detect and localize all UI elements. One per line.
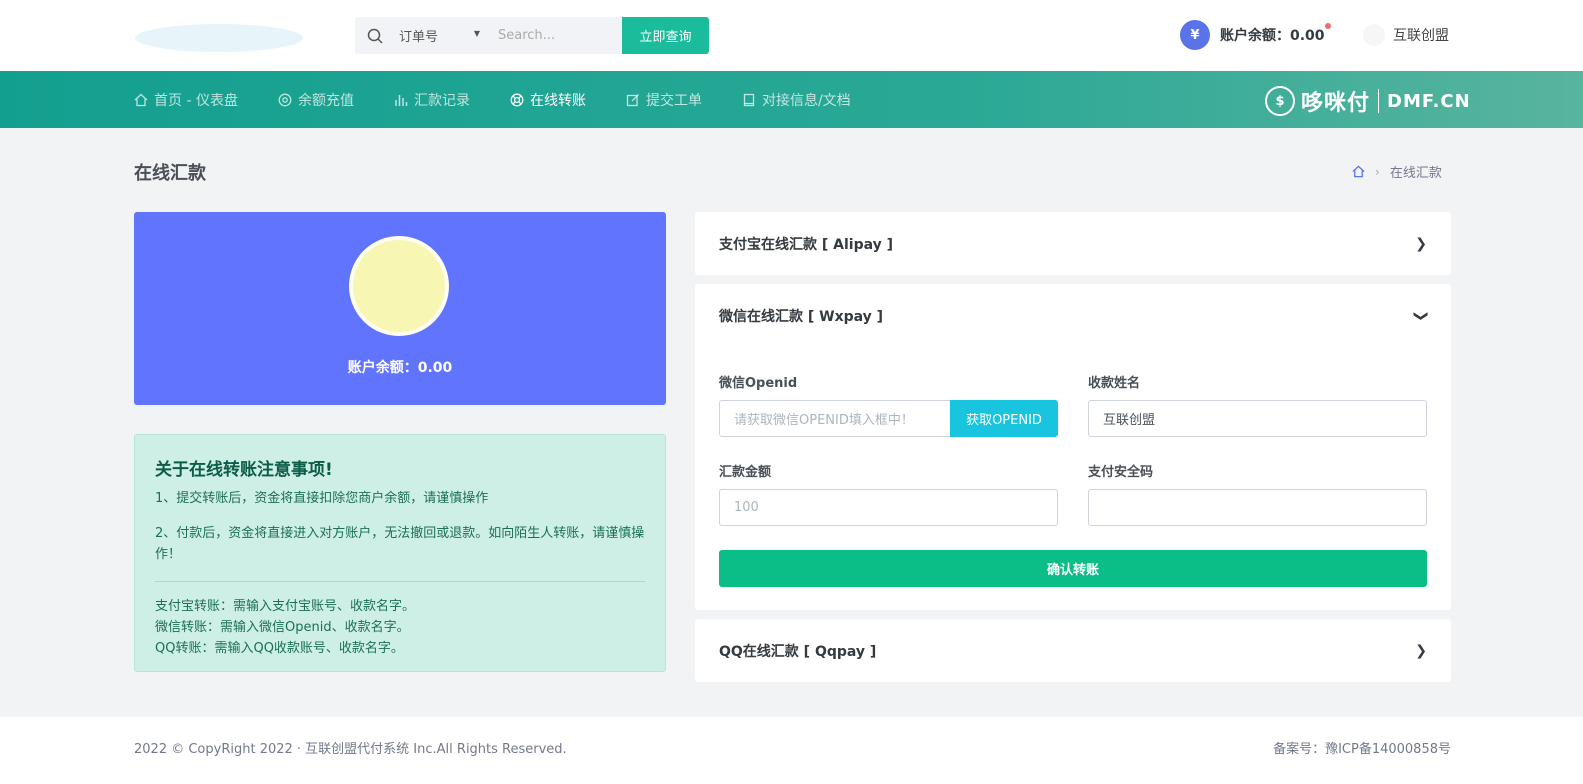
avatar: [1363, 24, 1385, 46]
top-bar: 订单号 ▼ Search... 立即查询 ¥ 账户余额：0.00 互联创盟: [0, 0, 1583, 71]
home-icon[interactable]: [1352, 165, 1365, 178]
edit-icon: [626, 93, 639, 106]
nav-label: 汇款记录: [413, 92, 470, 109]
nav-label: 对接信息/文档: [761, 92, 851, 109]
footer: 2022 © CopyRight 2022 · 互联创盟代付系统 Inc.All…: [0, 717, 1583, 784]
openid-label: 微信Openid: [719, 376, 798, 391]
yen-icon: ¥: [1180, 20, 1210, 50]
recharge-icon: [278, 93, 292, 106]
nav-item-dashboard[interactable]: 首页 - 仪表盘: [134, 90, 238, 110]
header-balance[interactable]: ¥ 账户余额：0.00: [1180, 20, 1331, 50]
payee-name-input[interactable]: 互联创盟: [1088, 400, 1427, 437]
nav-label: 余额充值: [297, 92, 354, 109]
nav-item-records[interactable]: 汇款记录: [394, 90, 470, 110]
search-box: 订单号 ▼ Search...: [355, 17, 622, 54]
header-balance-label: 账户余额：0.00: [1220, 28, 1325, 44]
accordion-alipay-header[interactable]: 支付宝在线汇款 [ Alipay ] ❯: [695, 212, 1451, 275]
home-icon: [134, 93, 148, 106]
notice-title: 关于在线转账注意事项!: [155, 460, 333, 480]
security-code-input[interactable]: [1088, 489, 1427, 526]
username: 互联创盟: [1393, 28, 1449, 44]
security-code-label: 支付安全码: [1088, 465, 1154, 480]
nav-label: 提交工单: [645, 92, 702, 109]
breadcrumb-current: 在线汇款: [1389, 166, 1442, 181]
nav-item-transfer[interactable]: 在线转账: [510, 90, 586, 110]
nav-item-ticket[interactable]: 提交工单: [626, 90, 702, 110]
search-input[interactable]: Search...: [498, 28, 555, 43]
accordion-alipay-title: 支付宝在线汇款 [ Alipay ]: [719, 236, 894, 253]
amount-input[interactable]: 100: [719, 489, 1058, 526]
amount-label: 汇款金额: [719, 465, 772, 480]
notice-alipay-note: 支付宝转账：需输入支付宝账号、收款名字。: [155, 599, 416, 614]
main-nav: 首页 - 仪表盘 余额充值 汇款记录 在线转账 提交工单 对接信息/文档 $ 哆…: [0, 71, 1583, 128]
caret-down-icon: ▼: [473, 29, 480, 38]
accordion-wxpay-title: 微信在线汇款 [ Wxpay ]: [719, 308, 884, 325]
search-type-value: 订单号: [399, 30, 439, 45]
accordion-qqpay-header[interactable]: QQ在线汇款 [ Qqpay ] ❯: [695, 619, 1451, 682]
footer-copyright: 2022 © CopyRight 2022 · 互联创盟代付系统 Inc.All…: [134, 742, 567, 757]
notice-wx-note: 微信转账：需输入微信Openid、收款名字。: [155, 620, 410, 635]
brand-domain: DMF.CN: [1387, 90, 1471, 112]
accordion-wxpay-header[interactable]: 微信在线汇款 [ Wxpay ] ❯: [695, 284, 1451, 347]
page-title: 在线汇款: [134, 163, 206, 184]
search-type-select[interactable]: 订单号 ▼: [399, 26, 494, 45]
nav-item-recharge[interactable]: 余额充值: [278, 90, 354, 110]
chevron-right-icon: ›: [1375, 164, 1380, 179]
coin-icon: [349, 236, 449, 336]
balance-card-label: 账户余额：0.00: [347, 360, 453, 376]
brand-name: 哆咪付: [1301, 91, 1371, 116]
chevron-right-icon: ❯: [1415, 235, 1427, 252]
bar-chart-icon: [395, 94, 408, 106]
notice-qq-note: QQ转账：需输入QQ收款账号、收款名字。: [155, 641, 404, 656]
site-logo[interactable]: [134, 22, 304, 54]
chevron-right-icon: ❯: [1415, 642, 1427, 659]
notice-alert: 关于在线转账注意事项! 1、提交转账后，资金将直接扣除您商户余额，请谨慎操作 2…: [134, 434, 666, 672]
nav-label: 首页 - 仪表盘: [154, 92, 238, 109]
accordion-wxpay: 微信在线汇款 [ Wxpay ] ❯ 微信Openid 请获取微信OPENID填…: [695, 284, 1451, 610]
accordion-qqpay: QQ在线汇款 [ Qqpay ] ❯: [695, 619, 1451, 682]
chevron-down-icon: ❯: [1413, 309, 1430, 322]
get-openid-button[interactable]: 获取OPENID: [950, 400, 1058, 437]
book-icon: [743, 93, 755, 106]
notice-divider: [155, 581, 645, 582]
user-menu[interactable]: 互联创盟: [1363, 24, 1449, 46]
balance-card: 账户余额：0.00: [134, 212, 666, 405]
breadcrumb: › 在线汇款: [1352, 162, 1442, 181]
payee-name-label: 收款姓名: [1088, 376, 1141, 391]
accordion-qqpay-title: QQ在线汇款 [ Qqpay ]: [719, 643, 877, 660]
nav-label: 在线转账: [529, 92, 586, 109]
accordion-alipay: 支付宝在线汇款 [ Alipay ] ❯: [695, 212, 1451, 275]
lifebuoy-icon: [510, 93, 524, 106]
nav-item-docs[interactable]: 对接信息/文档: [742, 90, 851, 110]
footer-icp[interactable]: 备案号：豫ICP备14000858号: [1273, 738, 1451, 757]
brand-icon: $: [1265, 86, 1295, 116]
confirm-transfer-button[interactable]: 确认转账: [719, 550, 1427, 587]
brand-logo: $ 哆咪付 DMF.CN: [1265, 85, 1471, 117]
openid-input[interactable]: 请获取微信OPENID填入框中！: [719, 400, 951, 437]
notice-line-2: 2、付款后，资金将直接进入对方账户，无法撤回或退款。如向陌生人转账，请谨慎操作！: [155, 526, 645, 562]
notification-dot: [1324, 23, 1331, 29]
search-icon: [367, 28, 383, 44]
search-bar: 订单号 ▼ Search... 立即查询: [355, 17, 709, 54]
brand-divider: [1378, 89, 1380, 113]
notice-line-1: 1、提交转账后，资金将直接扣除您商户余额，请谨慎操作: [155, 491, 489, 506]
search-button[interactable]: 立即查询: [622, 17, 709, 54]
